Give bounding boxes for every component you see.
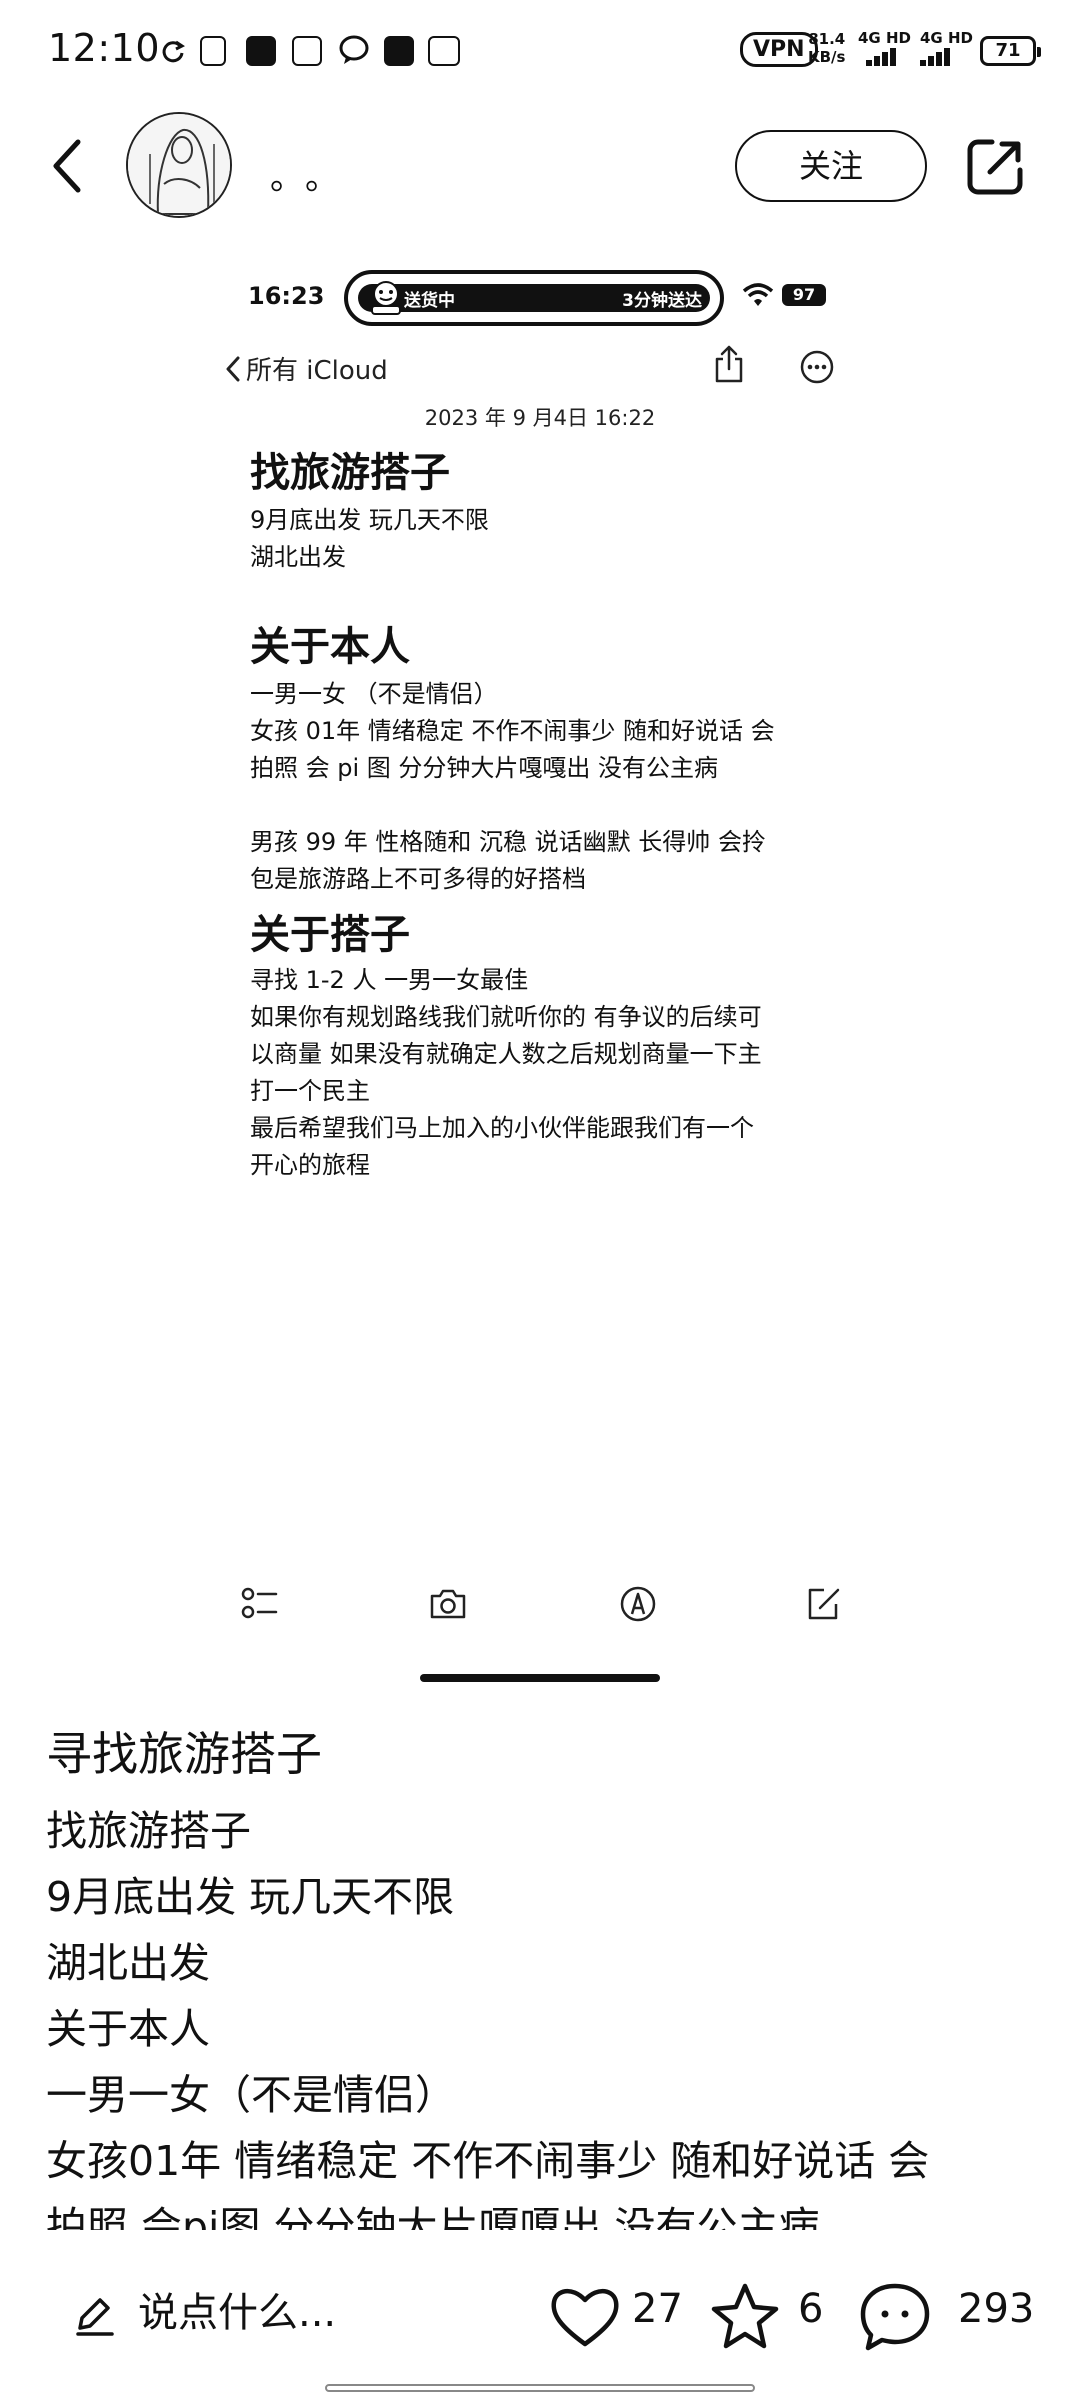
notes-back-link: 所有 iCloud bbox=[224, 350, 388, 387]
home-indicator bbox=[325, 2384, 755, 2392]
inner-live-activity: 送货中 3分钟送达 bbox=[344, 270, 724, 326]
camera-icon bbox=[430, 1589, 466, 1619]
note-heading: 找旅游搭子 bbox=[250, 450, 450, 496]
more-options-icon bbox=[800, 350, 834, 384]
chevron-left-icon bbox=[226, 356, 240, 382]
chat-bubble-icon bbox=[339, 35, 369, 64]
signal-sim2: 4G HD bbox=[920, 30, 973, 66]
compose-icon bbox=[808, 1588, 840, 1620]
avatar[interactable] bbox=[126, 112, 232, 218]
status-time: 12:10 bbox=[48, 26, 161, 70]
note-heading: 关于本人 bbox=[250, 624, 410, 670]
pen-icon[interactable] bbox=[72, 2292, 116, 2336]
inner-status-time: 16:23 bbox=[248, 282, 325, 310]
comment-input[interactable]: 说点什么... bbox=[138, 2280, 336, 2338]
comment-count: 293 bbox=[958, 2286, 1035, 2332]
post-body: 找旅游搭子 9月底出发 玩几天不限 湖北出发 关于本人 一男一女（不是情侣） 女… bbox=[46, 1807, 930, 2230]
like-count: 27 bbox=[632, 2286, 683, 2332]
app-notification-icon bbox=[200, 36, 226, 66]
sync-icon bbox=[162, 40, 185, 63]
notes-share-icon bbox=[715, 345, 743, 383]
post-title: 寻找旅游搭子 bbox=[46, 1727, 322, 1781]
checklist-icon bbox=[241, 1587, 278, 1619]
favorite-count: 6 bbox=[798, 2286, 824, 2332]
note-heading: 关于搭子 bbox=[250, 912, 410, 958]
vpn-badge: VPN bbox=[740, 32, 818, 67]
island-eta-text: 3分钟送达 bbox=[622, 291, 702, 311]
note-paragraph: 寻找 1-2 人 一男一女最佳 如果你有规划路线我们就听你的 有争议的后续可 以… bbox=[250, 966, 762, 1179]
share-icon[interactable] bbox=[964, 136, 1026, 198]
note-paragraph: 一男一女 （不是情侣） 女孩 01年 情绪稳定 不作不闹事少 随和好说话 会 拍… bbox=[250, 680, 775, 893]
app-notification-icon bbox=[292, 36, 322, 66]
battery-indicator: 71 bbox=[980, 36, 1041, 66]
comment-bubble-icon[interactable] bbox=[858, 2280, 932, 2354]
back-arrow-icon[interactable] bbox=[40, 136, 100, 196]
follow-button[interactable]: 关注 bbox=[735, 130, 927, 202]
like-heart-icon[interactable] bbox=[548, 2280, 622, 2354]
wifi-icon bbox=[742, 283, 774, 306]
delivery-mascot-icon bbox=[371, 281, 401, 315]
app-notification-icon bbox=[384, 36, 414, 66]
note-date: 2023 年 9 月4日 16:22 bbox=[424, 406, 656, 430]
inner-battery-indicator: 97 bbox=[782, 284, 826, 306]
markup-pen-icon bbox=[620, 1586, 656, 1622]
signal-bars-icon bbox=[858, 48, 896, 66]
note-paragraph: 9月底出发 玩几天不限 湖北出发 bbox=[250, 506, 489, 571]
favorite-star-icon[interactable] bbox=[708, 2280, 782, 2354]
inner-home-indicator bbox=[420, 1674, 660, 1682]
app-notification-icon bbox=[246, 36, 276, 66]
author-name[interactable]: 。。 bbox=[270, 150, 357, 199]
signal-bars-icon bbox=[920, 48, 956, 66]
signal-sim1: 4G HD bbox=[858, 30, 911, 66]
zhihu-icon bbox=[428, 36, 460, 66]
network-speed: 81.4 KB/s bbox=[808, 30, 846, 66]
island-status-text: 送货中 bbox=[404, 291, 455, 311]
